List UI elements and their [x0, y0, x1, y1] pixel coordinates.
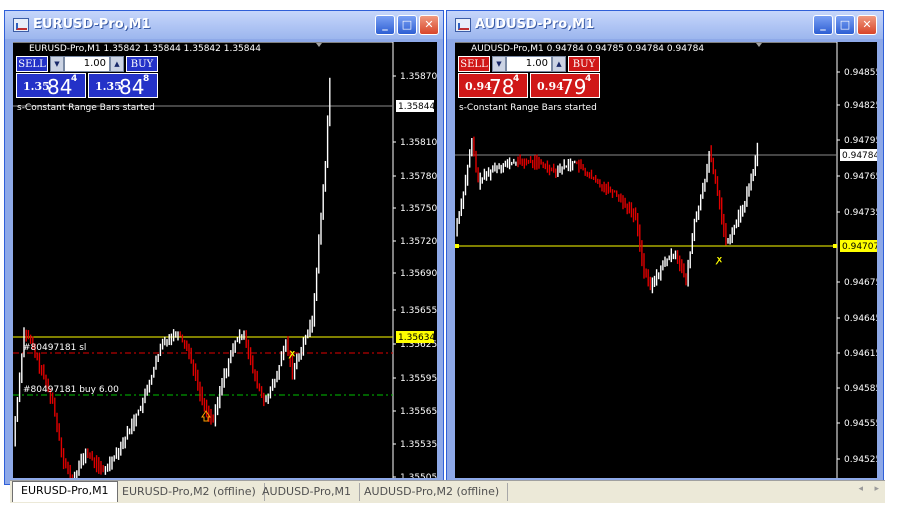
expert-status: s-Constant Range Bars started: [459, 103, 597, 113]
price-tick-label: 0.94825: [844, 101, 877, 111]
line-price-label: 1.35634: [398, 333, 435, 343]
chart-tab-bar: EURUSD-Pro,M1 EURUSD-Pro,M2 (offline) AU…: [10, 480, 885, 503]
price-tick-label: 1.35720: [400, 237, 437, 247]
close-button[interactable]: ✕: [857, 15, 877, 35]
audusd-chart-window[interactable]: AUDUSD-Pro,M1 _ □ ✕ ꭗ 0.94855 0.94825 0.94…: [446, 10, 884, 485]
price-chart[interactable]: #80497181 sl #80497181 buy 6.00 ꭗ 1.3587…: [13, 42, 437, 478]
tab-scroll-arrows[interactable]: ◂ ▸: [858, 484, 879, 494]
price-tick-label: 1.35505: [400, 473, 437, 478]
tab-scroll-right-icon[interactable]: ▸: [874, 484, 879, 494]
price-axis[interactable]: 1.35870 1.35810 1.35780 1.35750 1.35720 1.356…: [393, 72, 437, 478]
price-tick-label: 0.94525: [844, 455, 877, 465]
buy-price-pip: 8: [143, 74, 150, 84]
tab-scroll-left-icon[interactable]: ◂: [858, 484, 863, 494]
maximize-button[interactable]: □: [835, 15, 855, 35]
buy-price-prefix: 1.35: [95, 80, 122, 93]
lot-increase-arrow-icon[interactable]: ▲: [552, 56, 566, 72]
chart-window-icon: [13, 18, 29, 32]
window-titlebar[interactable]: EURUSD-Pro,M1 _ □ ✕: [5, 11, 443, 39]
current-price-label: 0.94784: [842, 151, 877, 161]
price-tick-label: 0.94645: [844, 314, 877, 324]
price-tick-label: 0.94735: [844, 208, 877, 218]
buy-price-prefix: 0.94: [537, 80, 564, 93]
minimize-button[interactable]: _: [375, 15, 395, 35]
buy-price-button[interactable]: 0.94 79 4: [530, 73, 600, 99]
lot-decrease-arrow-icon[interactable]: ▼: [50, 56, 64, 72]
buy-price-big: 84: [119, 75, 145, 99]
price-tick-label: 1.35565: [400, 407, 437, 417]
minimize-button[interactable]: _: [813, 15, 833, 35]
price-tick-label: 1.35870: [400, 72, 437, 82]
price-axis[interactable]: 0.94855 0.94825 0.94795 0.94765 0.94735 0.946…: [837, 68, 877, 465]
buy-price-button[interactable]: 1.35 84 8: [88, 73, 158, 99]
price-tick-label: 1.35750: [400, 204, 437, 214]
sell-button[interactable]: SELL: [16, 56, 48, 72]
trade-marker: ꭗ: [715, 255, 722, 265]
price-tick-label: 1.35655: [400, 306, 437, 316]
eurusd-chart-window[interactable]: EURUSD-Pro,M1 _ □ ✕ #80497181 sl #804971…: [4, 10, 444, 485]
buy-price-pip: 4: [585, 74, 592, 84]
price-chart[interactable]: ꭗ 0.94855 0.94825 0.94795 0.94765 0.94735 0.9…: [455, 42, 877, 478]
sell-price-big: 78: [489, 75, 515, 99]
price-tick-label: 0.94615: [844, 349, 877, 359]
price-tick-label: 0.94555: [844, 419, 877, 429]
price-tick-label: 0.94675: [844, 278, 877, 288]
tab-audusd-m2-offline[interactable]: AUDUSD-Pro,M2 (offline): [356, 483, 509, 501]
price-tick-label: 1.35535: [400, 440, 437, 450]
tab-audusd-m1[interactable]: AUDUSD-Pro,M1: [254, 483, 360, 501]
current-price-label: 1.35844: [398, 102, 435, 112]
price-tick-label: 0.94765: [844, 172, 877, 182]
order-buy-label: #80497181 buy 6.00: [23, 385, 119, 395]
tab-eurusd-m1[interactable]: EURUSD-Pro,M1: [12, 481, 118, 502]
line-price-label: 0.94707: [842, 242, 877, 252]
lot-size-input[interactable]: 1.00: [64, 56, 110, 72]
window-title: EURUSD-Pro,M1: [33, 17, 151, 32]
price-tick-label: 0.94855: [844, 68, 877, 78]
chart-info: AUDUSD-Pro,M1 0.94784 0.94785 0.94784 0.…: [471, 44, 705, 54]
price-tick-label: 1.35690: [400, 269, 437, 279]
close-button[interactable]: ✕: [419, 15, 439, 35]
one-click-trading-panel: SELL ▼ 1.00 ▲ BUY 0.94 78 4 0.94 79 4: [458, 56, 604, 99]
sell-price-prefix: 1.35: [23, 80, 50, 93]
sell-price-pip: 4: [71, 74, 78, 84]
price-tick-label: 0.94585: [844, 384, 877, 394]
chart-window-icon: [455, 18, 471, 32]
sell-price-pip: 4: [513, 74, 520, 84]
expert-status: s-Constant Range Bars started: [17, 103, 155, 113]
sell-price-button[interactable]: 1.35 84 4: [16, 73, 86, 99]
buy-price-big: 79: [561, 75, 587, 99]
lot-decrease-arrow-icon[interactable]: ▼: [492, 56, 506, 72]
sell-button[interactable]: SELL: [458, 56, 490, 72]
tab-eurusd-m2-offline[interactable]: EURUSD-Pro,M2 (offline): [114, 483, 265, 501]
sell-price-button[interactable]: 0.94 78 4: [458, 73, 528, 99]
price-tick-label: 1.35780: [400, 172, 437, 182]
lot-increase-arrow-icon[interactable]: ▲: [110, 56, 124, 72]
window-titlebar[interactable]: AUDUSD-Pro,M1 _ □ ✕: [447, 11, 883, 39]
price-tick-label: 0.94795: [844, 136, 877, 146]
trade-marker: ꭗ: [288, 349, 295, 359]
buy-button[interactable]: BUY: [568, 56, 600, 72]
sell-price-prefix: 0.94: [465, 80, 492, 93]
price-tick-label: 1.35810: [400, 138, 437, 148]
maximize-button[interactable]: □: [397, 15, 417, 35]
window-title: AUDUSD-Pro,M1: [475, 17, 595, 32]
sell-price-big: 84: [47, 75, 73, 99]
order-sl-label: #80497181 sl: [23, 343, 86, 353]
one-click-trading-panel: SELL ▼ 1.00 ▲ BUY 1.35 84 4 1.35 84 8: [16, 56, 162, 99]
chart-info: EURUSD-Pro,M1 1.35842 1.35844 1.35842 1.…: [29, 44, 261, 54]
lot-size-input[interactable]: 1.00: [506, 56, 552, 72]
buy-button[interactable]: BUY: [126, 56, 158, 72]
price-tick-label: 1.35595: [400, 374, 437, 384]
